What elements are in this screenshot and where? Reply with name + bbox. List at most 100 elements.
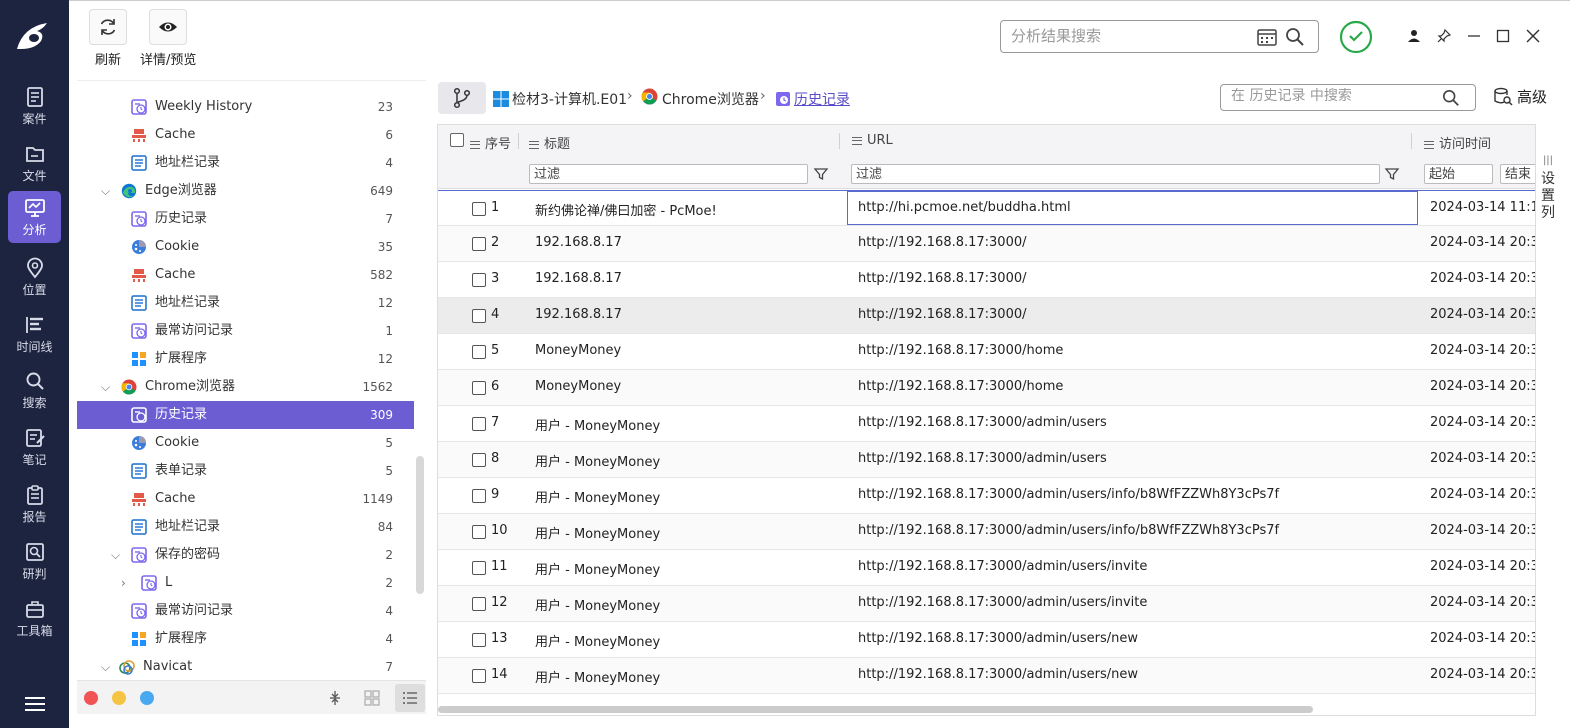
breadcrumb-history[interactable]: 历史记录	[794, 89, 850, 109]
table-row[interactable]: 11 用户 - MoneyMoney http://192.168.8.17:300…	[438, 550, 1535, 586]
user-button[interactable]	[1401, 23, 1427, 49]
chevron-down-icon[interactable]: ⌵	[101, 177, 113, 205]
tree-item[interactable]: ⌵ Navicat 7	[77, 653, 414, 680]
table-row[interactable]: 1 新约佛论禅/佛曰加密 - PcMoe! http://hi.pcmoe.net/…	[438, 190, 1535, 226]
header-seq[interactable]: 序号	[470, 133, 511, 152]
row-checkbox[interactable]	[472, 381, 486, 395]
time-start-input[interactable]	[1424, 164, 1493, 184]
status-check-icon[interactable]	[1339, 20, 1373, 54]
tree-item[interactable]: Cache 1149	[77, 485, 414, 513]
nav-report[interactable]: 报告	[8, 478, 61, 530]
tree-item[interactable]: 扩展程序 12	[77, 345, 414, 373]
tree-item[interactable]: 扩展程序 4	[77, 625, 414, 653]
filter-icon[interactable]	[813, 166, 829, 182]
nav-search[interactable]: 搜索	[8, 364, 61, 416]
tree-item[interactable]: 最常访问记录 4	[77, 597, 414, 625]
nav-analysis[interactable]: 分析	[8, 191, 61, 243]
search-icon[interactable]	[1285, 27, 1305, 47]
tree-item[interactable]: Weekly History 23	[77, 93, 414, 121]
row-checkbox[interactable]	[472, 237, 486, 251]
tree-item[interactable]: ⌵ Chrome浏览器 1562	[77, 373, 414, 401]
table-row[interactable]: 2 192.168.8.17 http://192.168.8.17:3000/20…	[438, 226, 1535, 262]
nav-location[interactable]: 位置	[8, 251, 61, 303]
collapse-all-icon[interactable]	[327, 690, 343, 706]
row-checkbox[interactable]	[472, 633, 486, 647]
advanced-search-button[interactable]: 高级	[1493, 86, 1547, 107]
yellow-dot-icon[interactable]	[112, 691, 126, 705]
table-search-input[interactable]	[1231, 88, 1431, 104]
close-button[interactable]	[1520, 23, 1546, 49]
pin-button[interactable]	[1431, 23, 1457, 49]
table-row[interactable]: 12 用户 - MoneyMoney http://192.168.8.17:300…	[438, 586, 1535, 622]
branch-button[interactable]	[438, 82, 486, 114]
minimize-button[interactable]	[1461, 23, 1487, 49]
table-row[interactable]: 6 MoneyMoney http://192.168.8.17:3000/home…	[438, 370, 1535, 406]
nav-note[interactable]: 笔记	[8, 421, 61, 473]
calendar-icon[interactable]	[1257, 28, 1277, 46]
table-row[interactable]: 14 用户 - MoneyMoney http://192.168.8.17:300…	[438, 658, 1535, 694]
chevron-down-icon[interactable]: ⌵	[101, 653, 113, 680]
tree-item[interactable]: Cache 582	[77, 261, 414, 289]
tree-item[interactable]: Cache 6	[77, 121, 414, 149]
breadcrumb-chrome[interactable]: Chrome浏览器	[662, 89, 759, 109]
tree-item[interactable]: ⌵ 保存的密码 2	[77, 541, 414, 569]
tree-item[interactable]: 表单记录 5	[77, 457, 414, 485]
tree-item[interactable]: Cookie 35	[77, 233, 414, 261]
table-row[interactable]: 7 用户 - MoneyMoney http://192.168.8.17:3000…	[438, 406, 1535, 442]
tree-item[interactable]: 历史记录 7	[77, 205, 414, 233]
table-row[interactable]: 8 用户 - MoneyMoney http://192.168.8.17:3000…	[438, 442, 1535, 478]
row-checkbox[interactable]	[472, 597, 486, 611]
row-checkbox[interactable]	[472, 202, 486, 216]
hamburger-menu-icon[interactable]	[22, 694, 48, 714]
table-row[interactable]: 10 用户 - MoneyMoney http://192.168.8.17:300…	[438, 514, 1535, 550]
maximize-button[interactable]	[1490, 23, 1516, 49]
row-checkbox[interactable]	[472, 417, 486, 431]
chevron-down-icon[interactable]: ⌵	[111, 541, 123, 569]
refresh-button[interactable]: 刷新	[89, 9, 127, 68]
grid-view-icon[interactable]	[364, 690, 380, 706]
header-title[interactable]: 标题	[529, 133, 570, 152]
nav-judge[interactable]: 研判	[8, 535, 61, 587]
list-view-button[interactable]	[395, 684, 425, 712]
global-search-input[interactable]	[1011, 27, 1241, 45]
preview-button[interactable]: 详情/预览	[140, 9, 196, 68]
nav-timeline[interactable]: 时间线	[8, 308, 61, 360]
title-filter-input[interactable]	[529, 164, 808, 184]
tree-item[interactable]: 最常访问记录 1	[77, 317, 414, 345]
table-row[interactable]: 4 192.168.8.17 http://192.168.8.17:3000/20…	[438, 298, 1535, 334]
tree-item[interactable]: 地址栏记录 12	[77, 289, 414, 317]
nav-file[interactable]: 文件	[8, 137, 61, 189]
tree-item[interactable]: › L 2	[77, 569, 414, 597]
blue-dot-icon[interactable]	[140, 691, 154, 705]
tree-item[interactable]: 地址栏记录 84	[77, 513, 414, 541]
filter-icon[interactable]	[1384, 166, 1400, 182]
row-checkbox[interactable]	[472, 453, 486, 467]
tree-item[interactable]: 历史记录 309	[77, 401, 414, 429]
header-time[interactable]: 访问时间	[1424, 133, 1491, 152]
table-horizontal-scrollbar[interactable]	[438, 706, 1313, 713]
table-row[interactable]: 5 MoneyMoney http://192.168.8.17:3000/home…	[438, 334, 1535, 370]
table-row[interactable]: 3 192.168.8.17 http://192.168.8.17:3000/20…	[438, 262, 1535, 298]
row-checkbox[interactable]	[472, 489, 486, 503]
column-settings-button[interactable]: ||| 设置列	[1538, 152, 1558, 222]
tree-item[interactable]: Cookie 5	[77, 429, 414, 457]
row-checkbox[interactable]	[472, 345, 486, 359]
tree-scrollbar[interactable]	[416, 456, 424, 594]
breadcrumb-evidence[interactable]: 检材3-计算机.E01	[512, 89, 627, 109]
nav-case[interactable]: 案件	[8, 80, 61, 132]
row-checkbox[interactable]	[472, 309, 486, 323]
select-all-checkbox[interactable]	[450, 133, 464, 147]
chevron-right-icon[interactable]: ›	[121, 569, 133, 597]
header-url[interactable]: URL	[852, 133, 893, 148]
row-checkbox[interactable]	[472, 669, 486, 683]
row-checkbox[interactable]	[472, 273, 486, 287]
table-row[interactable]: 9 用户 - MoneyMoney http://192.168.8.17:3000…	[438, 478, 1535, 514]
table-row[interactable]: 13 用户 - MoneyMoney http://192.168.8.17:300…	[438, 622, 1535, 658]
url-filter-input[interactable]	[851, 164, 1380, 184]
tree-item[interactable]: 地址栏记录 4	[77, 149, 414, 177]
red-dot-icon[interactable]	[84, 691, 98, 705]
search-icon[interactable]	[1442, 89, 1460, 107]
chevron-down-icon[interactable]: ⌵	[101, 373, 113, 401]
tree-item[interactable]: ⌵ Edge浏览器 649	[77, 177, 414, 205]
nav-toolbox[interactable]: 工具箱	[8, 592, 61, 644]
